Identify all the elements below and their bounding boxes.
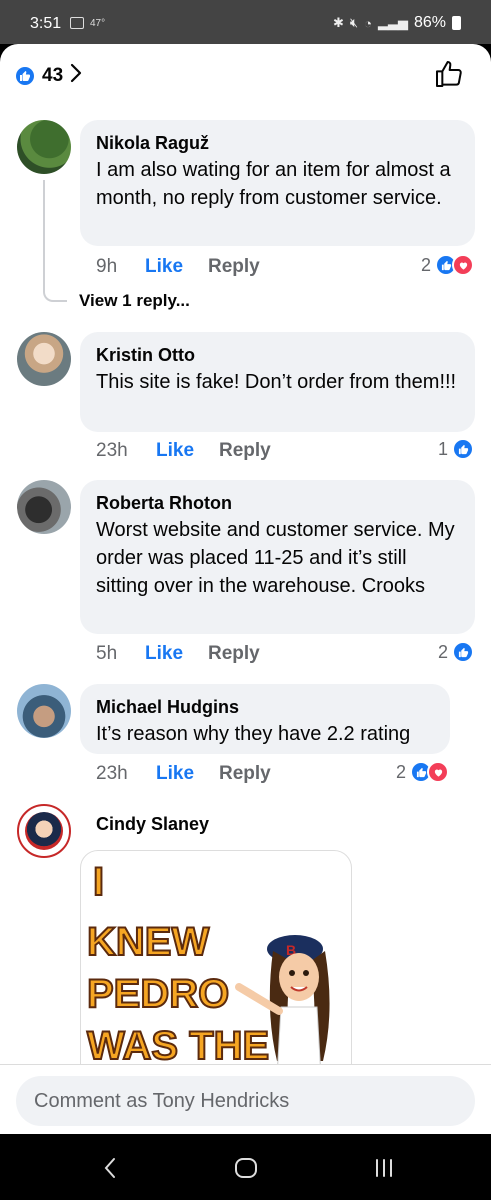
like-button[interactable]: Like bbox=[156, 440, 219, 462]
home-icon[interactable] bbox=[226, 1152, 266, 1184]
comment-time: 23h bbox=[96, 440, 128, 461]
sticker-line: KNEW bbox=[87, 920, 209, 964]
reaction-count: 1 bbox=[437, 438, 448, 459]
comment-bubble[interactable]: Michael Hudgins It’s reason why they hav… bbox=[80, 684, 450, 754]
comments-sheet: 43 Nikola Raguž I am also wating for an … bbox=[0, 44, 491, 1134]
avatar[interactable] bbox=[17, 804, 71, 858]
comment-actions: 5h Like Reply bbox=[96, 643, 260, 665]
wifi-icon: ◔ bbox=[364, 15, 372, 31]
gallery-icon bbox=[70, 17, 84, 29]
comment-reactions[interactable]: 1 bbox=[438, 438, 474, 460]
comment-bubble[interactable]: Roberta Rhoton Worst website and custome… bbox=[80, 480, 475, 634]
sticker-line: WAS THE bbox=[87, 1024, 269, 1068]
like-reaction-icon bbox=[452, 438, 474, 460]
like-reaction-icon bbox=[14, 65, 36, 87]
comment-bubble[interactable]: Nikola Raguž I am also wating for an ite… bbox=[80, 120, 475, 246]
recents-icon[interactable] bbox=[364, 1152, 404, 1184]
comment-author[interactable]: Kristin Otto bbox=[96, 342, 459, 368]
comment-actions: 23h Like Reply bbox=[96, 763, 271, 785]
comment-reactions[interactable]: 2 bbox=[438, 641, 474, 663]
comment-time: 9h bbox=[96, 256, 118, 277]
avatar[interactable] bbox=[17, 684, 71, 738]
like-button[interactable]: Like bbox=[145, 256, 208, 278]
avatar[interactable] bbox=[17, 120, 71, 174]
sticker-image[interactable]: I KNEW PEDRO WAS THE B bbox=[80, 850, 352, 1090]
comment-author[interactable]: Nikola Raguž bbox=[96, 130, 459, 156]
reactions-header: 43 bbox=[0, 44, 491, 106]
status-temperature: 47° bbox=[90, 18, 106, 29]
comment-actions: 23h Like Reply bbox=[96, 440, 271, 462]
comment-text: This site is fake! Don’t order from them… bbox=[96, 371, 457, 393]
like-button[interactable]: Like bbox=[156, 763, 219, 785]
comment-reactions[interactable]: 2 bbox=[396, 761, 449, 783]
chevron-right-icon bbox=[69, 62, 83, 90]
comment-reactions[interactable]: 2 bbox=[421, 254, 474, 276]
comment-author[interactable]: Cindy Slaney bbox=[96, 814, 209, 835]
system-indicators: ✱ 🔇︎ ◔ ▂▃▅ 86% bbox=[333, 14, 461, 32]
sticker-line: PEDRO bbox=[87, 972, 229, 1016]
reply-button[interactable]: Reply bbox=[219, 440, 271, 462]
system-nav-bar bbox=[0, 1134, 491, 1200]
thread-connector bbox=[43, 180, 67, 302]
comment-text: I am also wating for an item for almost … bbox=[96, 159, 451, 209]
comment-input[interactable] bbox=[16, 1076, 475, 1126]
comment-author[interactable]: Michael Hudgins bbox=[96, 694, 434, 720]
status-time: 3:51 bbox=[30, 15, 62, 32]
view-replies-link[interactable]: View 1 reply... bbox=[79, 291, 190, 311]
signal-icon: ▂▃▅ bbox=[377, 15, 408, 30]
avatar[interactable] bbox=[17, 332, 71, 386]
comment-actions: 9h Like Reply bbox=[96, 256, 260, 278]
total-reaction-count: 43 bbox=[42, 65, 64, 86]
comment-composer bbox=[0, 1064, 491, 1134]
battery-percent: 86% bbox=[413, 14, 446, 31]
mute-icon: 🔇︎ bbox=[349, 15, 359, 30]
comment-text: It’s reason why they have 2.2 rating bbox=[96, 723, 411, 745]
love-reaction-icon bbox=[452, 254, 474, 276]
bluetooth-icon: ✱ bbox=[333, 15, 344, 30]
reaction-count: 2 bbox=[395, 761, 406, 782]
like-post-icon[interactable] bbox=[433, 58, 465, 90]
like-reaction-icon bbox=[452, 641, 474, 663]
battery-icon bbox=[452, 16, 461, 30]
comment-author[interactable]: Roberta Rhoton bbox=[96, 490, 459, 516]
reactions-summary-button[interactable]: 43 bbox=[14, 62, 83, 90]
avatar[interactable] bbox=[17, 480, 71, 534]
love-reaction-icon bbox=[427, 761, 449, 783]
reply-button[interactable]: Reply bbox=[219, 763, 271, 785]
reply-button[interactable]: Reply bbox=[208, 643, 260, 665]
reaction-count: 2 bbox=[437, 641, 448, 662]
comment-time: 5h bbox=[96, 643, 118, 664]
sticker-line: I bbox=[93, 860, 104, 904]
reaction-count: 2 bbox=[420, 254, 431, 275]
reply-button[interactable]: Reply bbox=[208, 256, 260, 278]
comment-text: Worst website and customer service. My o… bbox=[96, 519, 455, 597]
status-bar: 3:51 47° ✱ 🔇︎ ◔ ▂▃▅ 86% bbox=[0, 0, 491, 44]
back-icon[interactable] bbox=[90, 1152, 130, 1184]
comment-time: 23h bbox=[96, 763, 128, 784]
comment-bubble[interactable]: Kristin Otto This site is fake! Don’t or… bbox=[80, 332, 475, 432]
like-button[interactable]: Like bbox=[145, 643, 208, 665]
